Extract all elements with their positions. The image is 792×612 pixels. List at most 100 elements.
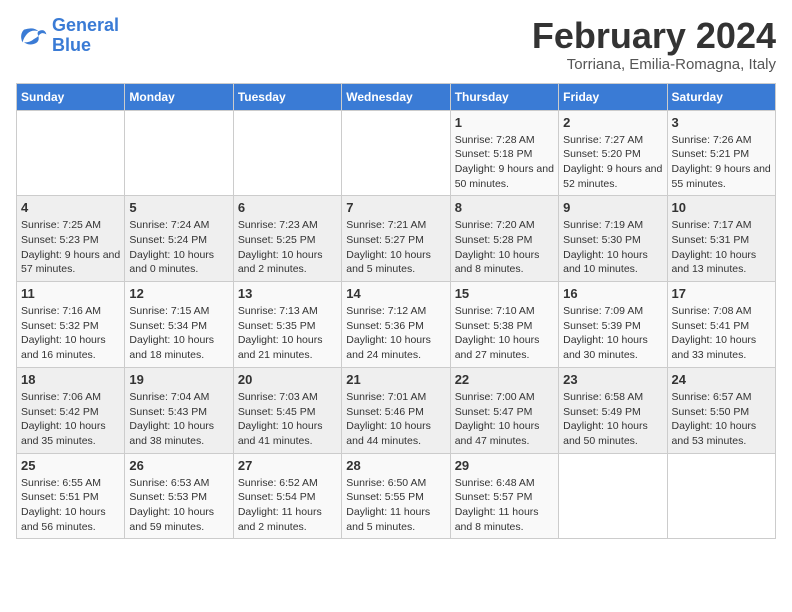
calendar-cell: 3 Sunrise: 7:26 AMSunset: 5:21 PMDaylight…: [667, 110, 775, 196]
calendar-cell: 15Sunrise: 7:10 AMSunset: 5:38 PMDayligh…: [450, 282, 558, 368]
calendar-cell: 18 Sunrise: 7:06 AMSunset: 5:42 PMDayligh…: [17, 367, 125, 453]
calendar-cell: 11 Sunrise: 7:16 AMSunset: 5:32 PMDayligh…: [17, 282, 125, 368]
calendar-cell: 10 Sunrise: 7:17 AMSunset: 5:31 PMDayligh…: [667, 196, 775, 282]
calendar-cell: 4 Sunrise: 7:25 AMSunset: 5:23 PMDaylight…: [17, 196, 125, 282]
calendar-week-row: 11 Sunrise: 7:16 AMSunset: 5:32 PMDayligh…: [17, 282, 776, 368]
day-info: Sunrise: 7:09 AMSunset: 5:39 PMDaylight:…: [563, 304, 662, 363]
day-info: Sunrise: 7:19 AMSunset: 5:30 PMDaylight:…: [563, 218, 662, 277]
day-info: Sunrise: 7:25 AMSunset: 5:23 PMDaylight:…: [21, 218, 120, 277]
day-number: 10: [672, 200, 771, 215]
day-number: 18: [21, 372, 120, 387]
day-info: Sunrise: 6:52 AMSunset: 5:54 PMDaylight:…: [238, 476, 337, 535]
day-number: 8: [455, 200, 554, 215]
day-number: 21: [346, 372, 445, 387]
day-number: 11: [21, 286, 120, 301]
day-number: 22: [455, 372, 554, 387]
day-number: 20: [238, 372, 337, 387]
day-info: Sunrise: 6:55 AMSunset: 5:51 PMDaylight:…: [21, 476, 120, 535]
calendar-cell: 22Sunrise: 7:00 AMSunset: 5:47 PMDayligh…: [450, 367, 558, 453]
calendar-cell: 23 Sunrise: 6:58 AMSunset: 5:49 PMDayligh…: [559, 367, 667, 453]
logo-line1: General: [52, 15, 119, 35]
day-info: Sunrise: 7:03 AMSunset: 5:45 PMDaylight:…: [238, 390, 337, 449]
calendar-cell: 24 Sunrise: 6:57 AMSunset: 5:50 PMDayligh…: [667, 367, 775, 453]
day-info: Sunrise: 7:20 AMSunset: 5:28 PMDaylight:…: [455, 218, 554, 277]
day-info: Sunrise: 7:17 AMSunset: 5:31 PMDaylight:…: [672, 218, 771, 277]
day-number: 27: [238, 458, 337, 473]
day-header-wednesday: Wednesday: [342, 83, 450, 110]
day-number: 24: [672, 372, 771, 387]
calendar-cell: 21 Sunrise: 7:01 AMSunset: 5:46 PMDayligh…: [342, 367, 450, 453]
day-info: Sunrise: 6:48 AMSunset: 5:57 PMDaylight:…: [455, 476, 554, 535]
day-info: Sunrise: 7:12 AMSunset: 5:36 PMDaylight:…: [346, 304, 445, 363]
day-number: 5: [129, 200, 228, 215]
calendar-cell: 20 Sunrise: 7:03 AMSunset: 5:45 PMDayligh…: [233, 367, 341, 453]
title-area: February 2024 Torriana, Emilia-Romagna, …: [532, 16, 776, 73]
day-number: 26: [129, 458, 228, 473]
day-header-monday: Monday: [125, 83, 233, 110]
logo-text: General Blue: [52, 16, 119, 56]
calendar-cell: 13Sunrise: 7:13 AMSunset: 5:35 PMDayligh…: [233, 282, 341, 368]
day-number: 12: [129, 286, 228, 301]
calendar-cell: 12 Sunrise: 7:15 AMSunset: 5:34 PMDayligh…: [125, 282, 233, 368]
day-number: 29: [455, 458, 554, 473]
day-info: Sunrise: 7:01 AMSunset: 5:46 PMDaylight:…: [346, 390, 445, 449]
day-info: Sunrise: 7:16 AMSunset: 5:32 PMDaylight:…: [21, 304, 120, 363]
logo-icon: [16, 20, 48, 52]
calendar-cell: 25Sunrise: 6:55 AMSunset: 5:51 PMDayligh…: [17, 453, 125, 539]
day-header-saturday: Saturday: [667, 83, 775, 110]
calendar-cell: [342, 110, 450, 196]
day-info: Sunrise: 7:26 AMSunset: 5:21 PMDaylight:…: [672, 133, 771, 192]
calendar-cell: 2 Sunrise: 7:27 AMSunset: 5:20 PMDaylight…: [559, 110, 667, 196]
day-number: 2: [563, 115, 662, 130]
day-number: 19: [129, 372, 228, 387]
calendar-cell: [125, 110, 233, 196]
day-number: 3: [672, 115, 771, 130]
calendar-cell: [233, 110, 341, 196]
day-info: Sunrise: 7:23 AMSunset: 5:25 PMDaylight:…: [238, 218, 337, 277]
day-number: 6: [238, 200, 337, 215]
day-number: 23: [563, 372, 662, 387]
day-header-thursday: Thursday: [450, 83, 558, 110]
day-header-friday: Friday: [559, 83, 667, 110]
header: General Blue February 2024 Torriana, Emi…: [16, 16, 776, 73]
calendar-cell: 27 Sunrise: 6:52 AMSunset: 5:54 PMDayligh…: [233, 453, 341, 539]
day-number: 9: [563, 200, 662, 215]
day-number: 15: [455, 286, 554, 301]
calendar-week-row: 1 Sunrise: 7:28 AMSunset: 5:18 PMDaylight…: [17, 110, 776, 196]
day-info: Sunrise: 6:58 AMSunset: 5:49 PMDaylight:…: [563, 390, 662, 449]
day-info: Sunrise: 7:21 AMSunset: 5:27 PMDaylight:…: [346, 218, 445, 277]
day-info: Sunrise: 7:24 AMSunset: 5:24 PMDaylight:…: [129, 218, 228, 277]
day-info: Sunrise: 7:15 AMSunset: 5:34 PMDaylight:…: [129, 304, 228, 363]
day-info: Sunrise: 7:27 AMSunset: 5:20 PMDaylight:…: [563, 133, 662, 192]
calendar-cell: [667, 453, 775, 539]
day-number: 1: [455, 115, 554, 130]
day-number: 4: [21, 200, 120, 215]
calendar-cell: 28Sunrise: 6:50 AMSunset: 5:55 PMDayligh…: [342, 453, 450, 539]
day-info: Sunrise: 7:08 AMSunset: 5:41 PMDaylight:…: [672, 304, 771, 363]
calendar-cell: 7 Sunrise: 7:21 AMSunset: 5:27 PMDaylight…: [342, 196, 450, 282]
day-number: 16: [563, 286, 662, 301]
calendar-cell: 9 Sunrise: 7:19 AMSunset: 5:30 PMDaylight…: [559, 196, 667, 282]
day-info: Sunrise: 7:06 AMSunset: 5:42 PMDaylight:…: [21, 390, 120, 449]
logo: General Blue: [16, 16, 119, 56]
calendar-week-row: 25Sunrise: 6:55 AMSunset: 5:51 PMDayligh…: [17, 453, 776, 539]
day-info: Sunrise: 7:13 AMSunset: 5:35 PMDaylight:…: [238, 304, 337, 363]
calendar-cell: 17Sunrise: 7:08 AMSunset: 5:41 PMDayligh…: [667, 282, 775, 368]
calendar-cell: 8 Sunrise: 7:20 AMSunset: 5:28 PMDaylight…: [450, 196, 558, 282]
day-info: Sunrise: 6:50 AMSunset: 5:55 PMDaylight:…: [346, 476, 445, 535]
day-info: Sunrise: 7:28 AMSunset: 5:18 PMDaylight:…: [455, 133, 554, 192]
calendar-week-row: 18 Sunrise: 7:06 AMSunset: 5:42 PMDayligh…: [17, 367, 776, 453]
calendar-cell: 26 Sunrise: 6:53 AMSunset: 5:53 PMDayligh…: [125, 453, 233, 539]
calendar-cell: 1 Sunrise: 7:28 AMSunset: 5:18 PMDaylight…: [450, 110, 558, 196]
day-info: Sunrise: 6:53 AMSunset: 5:53 PMDaylight:…: [129, 476, 228, 535]
calendar-week-row: 4 Sunrise: 7:25 AMSunset: 5:23 PMDaylight…: [17, 196, 776, 282]
day-info: Sunrise: 6:57 AMSunset: 5:50 PMDaylight:…: [672, 390, 771, 449]
calendar-header-row: SundayMondayTuesdayWednesdayThursdayFrid…: [17, 83, 776, 110]
calendar-cell: 16 Sunrise: 7:09 AMSunset: 5:39 PMDayligh…: [559, 282, 667, 368]
calendar-cell: [559, 453, 667, 539]
day-header-tuesday: Tuesday: [233, 83, 341, 110]
day-number: 7: [346, 200, 445, 215]
calendar-cell: 14 Sunrise: 7:12 AMSunset: 5:36 PMDayligh…: [342, 282, 450, 368]
day-number: 14: [346, 286, 445, 301]
calendar-table: SundayMondayTuesdayWednesdayThursdayFrid…: [16, 83, 776, 540]
